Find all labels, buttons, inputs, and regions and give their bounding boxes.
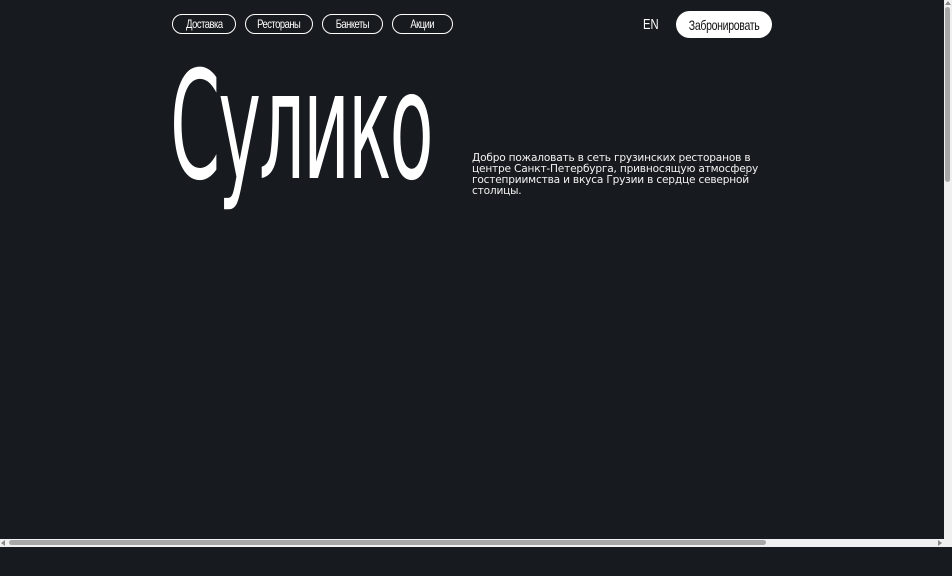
scroll-right-arrow-icon[interactable] [938,540,942,546]
nav-banquets-button[interactable]: Банкеты [322,14,383,34]
hero-title: Сулико [170,40,434,214]
nav-banquets-label: Банкеты [335,17,370,31]
language-label: EN [643,16,659,33]
hero-intro-text: Добро пожаловать в сеть грузинских ресто… [472,152,759,197]
nav-delivery-button[interactable]: Доставка [172,14,236,34]
horizontal-scroll-thumb[interactable] [9,540,766,545]
vertical-scroll-thumb[interactable] [945,7,950,182]
main-nav: Доставка Рестораны Банкеты Акции [172,14,453,34]
bottom-area [0,547,952,576]
nav-delivery-label: Доставка [185,17,223,31]
book-table-button[interactable]: Забронировать [676,11,772,38]
nav-restaurants-label: Рестораны [257,17,301,31]
scroll-up-arrow-icon[interactable] [945,1,951,5]
nav-promotions-button[interactable]: Акции [392,14,453,34]
book-table-label: Забронировать [688,16,760,33]
nav-restaurants-button[interactable]: Рестораны [245,14,313,34]
nav-promotions-label: Акции [410,17,435,31]
language-switch[interactable]: EN [643,16,664,33]
page: Доставка Рестораны Банкеты Акции EN Забр… [0,0,944,539]
scroll-left-arrow-icon[interactable] [1,540,5,546]
